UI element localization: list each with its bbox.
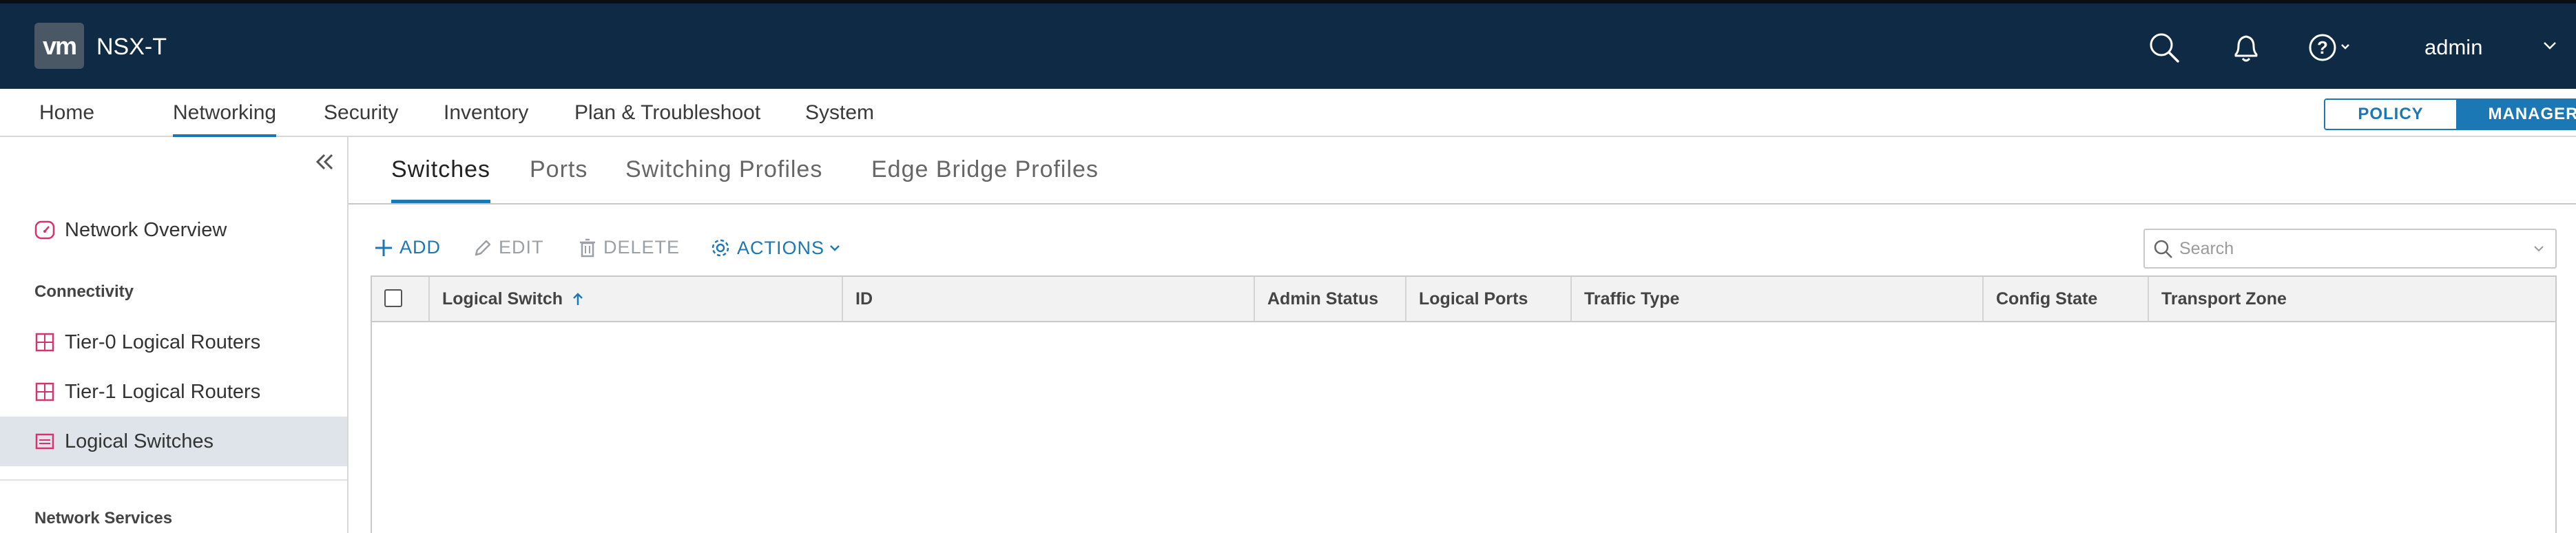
delete-button[interactable]: DELETE xyxy=(577,237,680,258)
nav-home[interactable]: Home xyxy=(39,101,94,134)
column-label: Transport Zone xyxy=(2161,289,2287,309)
sidebar: Network Overview Connectivity Tier-0 Log… xyxy=(0,137,349,533)
grid-header: Logical Switch ID Admin Status Logical P… xyxy=(372,277,2555,322)
gear-icon xyxy=(711,239,729,257)
sidebar-item-logical-switches[interactable]: Logical Switches xyxy=(0,417,347,466)
search-icon xyxy=(2154,240,2172,258)
sidebar-item-label: Logical Switches xyxy=(65,430,214,452)
column-id[interactable]: ID xyxy=(842,277,1254,321)
column-label: Config State xyxy=(1996,289,2098,309)
column-label: Admin Status xyxy=(1267,289,1379,309)
actions-menu[interactable]: ACTIONS xyxy=(709,237,846,259)
manager-button[interactable]: MANAGER xyxy=(2456,100,2576,129)
tab-edge-bridge-profiles[interactable]: Edge Bridge Profiles xyxy=(871,156,1099,200)
mode-toggle: POLICY MANAGER xyxy=(2324,98,2576,130)
router-icon xyxy=(34,382,55,402)
tab-switches[interactable]: Switches xyxy=(391,156,491,203)
search-input[interactable] xyxy=(2178,236,2525,262)
bell-icon[interactable] xyxy=(2230,31,2262,67)
add-button[interactable]: ADD xyxy=(373,237,441,258)
column-logical-switch[interactable]: Logical Switch xyxy=(428,277,842,321)
select-all-checkbox[interactable] xyxy=(384,289,402,307)
sidebar-item-label: Tier-0 Logical Routers xyxy=(65,331,261,353)
chevron-down-icon[interactable] xyxy=(2532,244,2546,254)
sidebar-item-tier1-routers[interactable]: Tier-1 Logical Routers xyxy=(0,367,347,417)
sidebar-item-network-overview[interactable]: Network Overview xyxy=(0,205,347,255)
nav-plan-troubleshoot[interactable]: Plan & Troubleshoot xyxy=(574,101,760,134)
app-title: NSX-T xyxy=(96,34,167,60)
search-box xyxy=(2143,229,2557,269)
svg-text:?: ? xyxy=(2317,37,2328,58)
logical-switches-grid: Logical Switch ID Admin Status Logical P… xyxy=(371,275,2557,533)
top-nav: Home Networking Security Inventory Plan … xyxy=(0,89,2576,138)
grid-body xyxy=(372,322,2555,533)
tab-switching-profiles[interactable]: Switching Profiles xyxy=(625,156,822,200)
actions-menu-label: ACTIONS xyxy=(737,237,825,258)
sidebar-section-connectivity: Connectivity xyxy=(34,282,134,301)
collapse-sidebar-icon[interactable] xyxy=(313,151,335,176)
tab-ports[interactable]: Ports xyxy=(530,156,588,200)
app-header: vm NSX-T ? admin xyxy=(0,0,2576,89)
pencil-icon xyxy=(475,240,491,255)
column-label: ID xyxy=(855,289,873,309)
user-menu[interactable]: admin xyxy=(2424,35,2482,60)
delete-button-label: DELETE xyxy=(603,237,681,258)
sidebar-item-tier0-routers[interactable]: Tier-0 Logical Routers xyxy=(0,317,347,367)
search-icon[interactable] xyxy=(2148,31,2181,67)
help-icon[interactable]: ? xyxy=(2307,31,2356,67)
edit-button[interactable]: EDIT xyxy=(472,237,544,258)
sort-ascending-icon[interactable] xyxy=(571,291,585,306)
router-icon xyxy=(34,332,55,353)
plus-icon xyxy=(375,239,392,256)
edit-button-label: EDIT xyxy=(499,237,544,258)
add-button-label: ADD xyxy=(399,237,442,258)
column-label: Logical Ports xyxy=(1419,289,1528,309)
trash-icon xyxy=(580,238,595,257)
sidebar-item-label: Tier-1 Logical Routers xyxy=(65,380,261,403)
switch-icon xyxy=(34,431,55,452)
nav-security[interactable]: Security xyxy=(324,101,398,134)
sidebar-divider xyxy=(0,479,347,481)
column-label: Traffic Type xyxy=(1584,289,1680,309)
sidebar-section-network-services: Network Services xyxy=(34,509,173,527)
nav-networking[interactable]: Networking xyxy=(173,101,277,138)
sub-tabs: Switches Ports Switching Profiles Edge B… xyxy=(349,137,2576,205)
column-label: Logical Switch xyxy=(442,289,563,309)
chevron-down-icon[interactable] xyxy=(2542,40,2558,54)
column-config-state[interactable]: Config State xyxy=(1982,277,2148,321)
chevron-down-icon xyxy=(830,245,840,251)
nav-system[interactable]: System xyxy=(805,101,874,134)
vmware-logo: vm xyxy=(34,23,84,69)
nav-inventory[interactable]: Inventory xyxy=(444,101,528,134)
sidebar-item-label: Network Overview xyxy=(65,218,227,241)
column-logical-ports[interactable]: Logical Ports xyxy=(1405,277,1570,321)
column-transport-zone[interactable]: Transport Zone xyxy=(2148,277,2555,321)
gauge-icon xyxy=(34,220,55,240)
policy-button[interactable]: POLICY xyxy=(2325,100,2456,129)
column-admin-status[interactable]: Admin Status xyxy=(1254,277,1405,321)
column-traffic-type[interactable]: Traffic Type xyxy=(1570,277,1982,321)
